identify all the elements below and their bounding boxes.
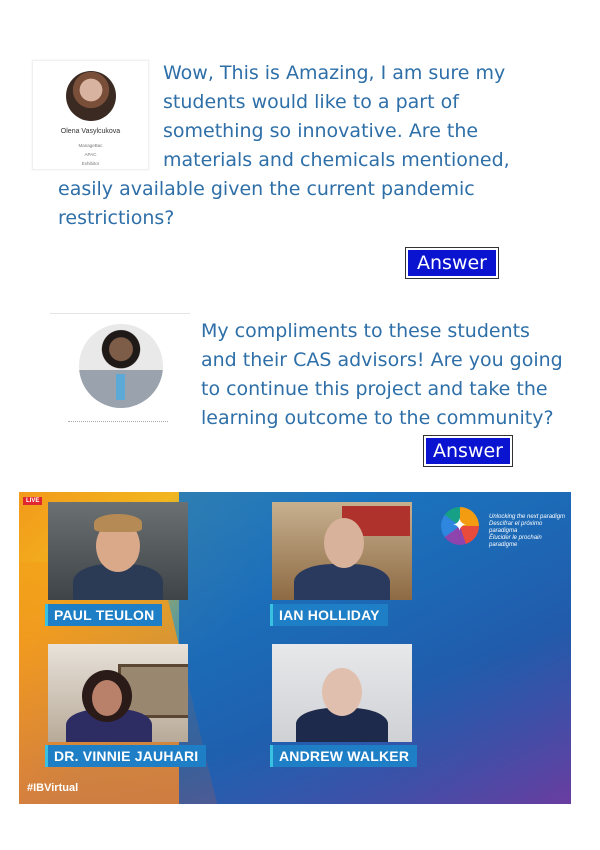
headset-hair bbox=[94, 514, 142, 532]
tagline-en: Unlocking the next paradigm bbox=[489, 514, 566, 520]
live-badge: LIVE bbox=[23, 497, 43, 505]
ib-logo-icon: ✦ bbox=[441, 507, 479, 545]
video-tile-andrew[interactable] bbox=[272, 644, 412, 742]
tie-detail bbox=[116, 374, 125, 400]
speaker-name-paul: PAUL TEULON bbox=[45, 604, 163, 626]
video-tile-paul[interactable] bbox=[48, 502, 188, 600]
author-card-2 bbox=[50, 313, 190, 426]
speaker-name-ian: IAN HOLLIDAY bbox=[270, 604, 388, 626]
speaker-name-andrew: ANDREW WALKER bbox=[270, 745, 418, 767]
video-tile-ian[interactable] bbox=[272, 502, 412, 600]
answer-button-1[interactable]: Answer bbox=[408, 250, 496, 276]
question1-line: something so innovative. Are the bbox=[163, 120, 479, 142]
person-body bbox=[294, 564, 390, 600]
answer-button-2[interactable]: Answer bbox=[426, 438, 510, 464]
answer-button-frame-2: Answer bbox=[423, 435, 513, 467]
answer-button-frame-1: Answer bbox=[405, 247, 499, 279]
person-face bbox=[92, 680, 122, 716]
tagline: Unlocking the next paradigm Descifrar el… bbox=[489, 514, 571, 549]
question1-line: students would like to a part of bbox=[163, 91, 459, 113]
video-panel: LIVE ✦ Unlocking the next paradigm Desci… bbox=[19, 492, 571, 804]
question2-line: and their CAS advisors! Are you going bbox=[201, 349, 563, 371]
question2-line: to continue this project and take the bbox=[201, 378, 548, 400]
question1-line: Wow, This is Amazing, I am sure my bbox=[163, 62, 506, 84]
tagline-fr: Élucider le prochain paradigme bbox=[489, 535, 542, 548]
avatar-olena bbox=[66, 71, 116, 121]
author-org: ManageBac bbox=[78, 143, 103, 148]
author-name-blurred bbox=[68, 417, 168, 422]
author-region: APAC bbox=[84, 152, 97, 157]
question1-line: restrictions? bbox=[58, 207, 175, 229]
speaker-name-vinnie: DR. VINNIE JAUHARI bbox=[45, 745, 207, 767]
author-role: Exhibitor bbox=[81, 161, 100, 166]
person-head bbox=[322, 668, 362, 716]
author-name: Olena Vasylcukova bbox=[60, 128, 121, 135]
person-head bbox=[324, 518, 364, 568]
video-tile-vinnie[interactable] bbox=[48, 644, 188, 742]
question1-line: materials and chemicals mentioned, bbox=[163, 149, 510, 171]
question2-line: learning outcome to the community? bbox=[201, 407, 554, 429]
hashtag: #IBVirtual bbox=[27, 782, 79, 794]
tagline-es: Descifrar el próximo paradigma bbox=[489, 521, 543, 534]
author-card-olena: Olena Vasylcukova ManageBac APAC Exhibit… bbox=[32, 60, 149, 170]
question2-line: My compliments to these students bbox=[201, 320, 530, 342]
question1-line: easily available given the current pande… bbox=[58, 178, 475, 200]
